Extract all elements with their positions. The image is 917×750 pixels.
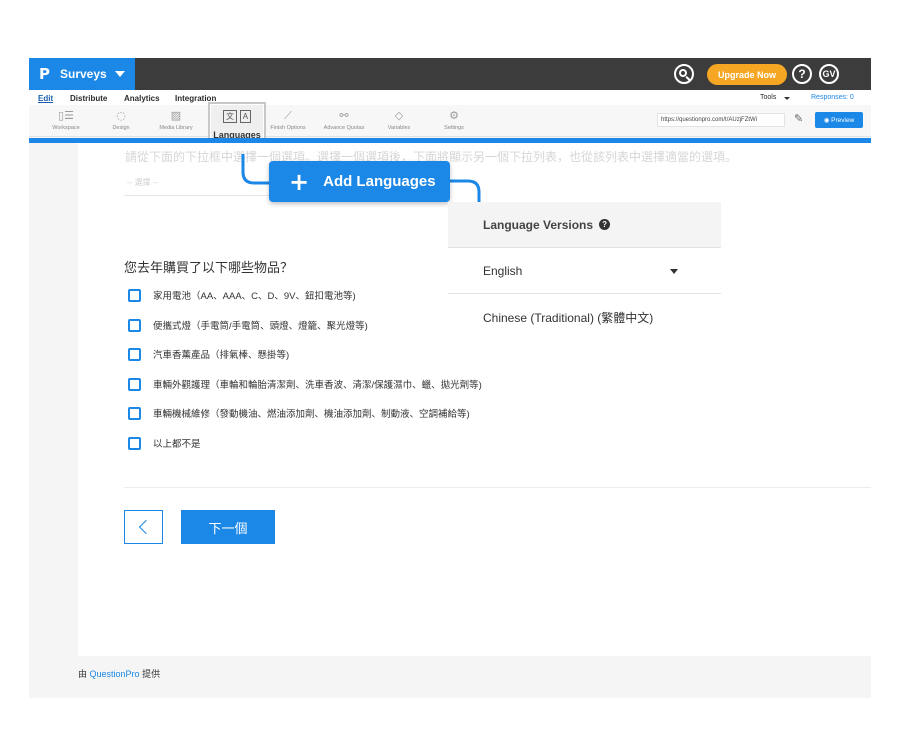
surveys-menu[interactable]: P Surveys	[29, 58, 135, 90]
divider	[124, 487, 871, 488]
chevron-left-icon	[138, 519, 154, 535]
option-label: 車輛外觀護理（車輪和輪胎清潔劑、洗車香波、清潔/保護濕巾、蠟、拋光劑等)	[153, 380, 482, 391]
menu-distribute[interactable]: Distribute	[70, 94, 107, 103]
checkbox-option[interactable]: 以上都不是	[128, 436, 201, 450]
magic-wand-icon: ⟋	[284, 109, 292, 122]
chevron-down-icon	[784, 97, 790, 100]
tool-label: Settings	[444, 125, 464, 131]
tool-label: Variables	[387, 125, 411, 131]
dropdown-select[interactable]: -- 選擇 --	[127, 177, 158, 188]
footer-suffix: 提供	[142, 669, 161, 679]
questionpro-logo-icon: P	[39, 65, 50, 83]
tool-label: Design	[112, 125, 130, 131]
image-icon: ▨	[170, 109, 182, 122]
app-window: P Surveys Upgrade Now ? GV Edit Distribu…	[29, 58, 871, 698]
gear-icon: ⚙	[449, 109, 459, 122]
avatar[interactable]: GV	[819, 64, 839, 84]
language-versions-panel: Language Versions ? English Chinese (Tra…	[448, 202, 721, 340]
tool-media-library[interactable]: ▨ Media Library	[146, 105, 206, 137]
checkbox-option[interactable]: 便攜式燈（手電筒/手電筒、頭燈、燈籠、聚光燈等)	[128, 318, 368, 332]
tool-advance-quotas[interactable]: ⚯ Advance Quotas	[314, 105, 374, 137]
tool-label: Finish Options	[270, 125, 306, 131]
checkbox-option[interactable]: 車輛機械維修（發動機油、燃油添加劑、機油添加劑、制動液、空調補給等)	[128, 406, 470, 420]
tool-settings[interactable]: ⚙ Settings	[424, 105, 484, 137]
option-label: 便攜式燈（手電筒/手電筒、頭燈、燈籠、聚光燈等)	[153, 321, 368, 332]
checkbox-option[interactable]: 汽車香薰產品（排氣棒、懸掛等)	[128, 347, 289, 361]
chevron-down-icon	[670, 269, 678, 274]
link-icon: ⚯	[339, 109, 349, 122]
language-select[interactable]: English	[448, 249, 721, 294]
workspace-icon: ▯☰	[58, 109, 74, 122]
tool-design[interactable]: ◌ Design	[91, 105, 151, 137]
translate-icon: 文 A	[210, 110, 264, 123]
preview-button[interactable]: ◉ Preview	[815, 112, 863, 128]
plus-icon: +	[289, 167, 310, 196]
tag-icon: ◇	[394, 109, 404, 122]
palette-icon: ◌	[116, 109, 126, 122]
checkbox[interactable]	[128, 406, 141, 420]
top-bar: P Surveys Upgrade Now ? GV	[29, 58, 871, 90]
next-button[interactable]: 下一個	[181, 510, 275, 544]
option-label: 車輛機械維修（發動機油、燃油添加劑、機油添加劑、制動液、空調補給等)	[153, 409, 470, 420]
option-label: 以上都不是	[153, 439, 201, 450]
checkbox[interactable]	[128, 347, 141, 361]
menu-analytics[interactable]: Analytics	[124, 94, 160, 103]
eye-icon: ◉	[823, 117, 832, 124]
checkbox-option[interactable]: 車輛外觀護理（車輪和輪胎清潔劑、洗車香波、清潔/保護濕巾、蠟、拋光劑等)	[128, 377, 482, 391]
language-option[interactable]: Chinese (Traditional) (繁體中文)	[483, 309, 653, 326]
tool-label: Advance Quotas	[323, 125, 365, 131]
survey-url-field[interactable]: https://questionpro.com/t/AUzjFZtWi	[657, 113, 785, 127]
footer: 由 QuestionPro 提供	[78, 667, 160, 680]
app-title: Surveys	[60, 67, 107, 81]
tool-label: Workspace	[52, 125, 80, 131]
question-title: 您去年購買了以下哪些物品？	[124, 260, 294, 275]
upgrade-button[interactable]: Upgrade Now	[707, 64, 787, 85]
checkbox[interactable]	[128, 436, 141, 450]
tool-variables[interactable]: ◇ Variables	[369, 105, 429, 137]
checkbox[interactable]	[128, 288, 141, 302]
chevron-down-icon	[114, 71, 125, 77]
tool-finish-options[interactable]: ⟋ Finish Options	[258, 105, 318, 137]
option-label: 家用電池（AA、AAA、C、D、9V、鈕扣電池等)	[153, 291, 356, 302]
back-button[interactable]	[124, 510, 163, 544]
help-circle-icon[interactable]: ?	[599, 219, 611, 230]
responses-count[interactable]: Responses: 0	[811, 94, 854, 101]
option-label: 汽車香薰產品（排氣棒、懸掛等)	[153, 350, 290, 361]
checkbox-option[interactable]: 家用電池（AA、AAA、C、D、9V、鈕扣電池等)	[128, 288, 356, 302]
menu-edit[interactable]: Edit	[38, 94, 53, 103]
help-button[interactable]: ?	[792, 64, 812, 84]
add-languages-label: Add Languages	[323, 173, 436, 190]
tools-menu[interactable]: Tools	[760, 94, 776, 101]
search-button[interactable]	[674, 64, 694, 84]
tool-workspace[interactable]: ▯☰ Workspace	[36, 105, 96, 137]
language-panel-header: Language Versions ?	[448, 202, 721, 248]
language-select-value: English	[483, 264, 523, 278]
add-languages-button[interactable]: + Add Languages	[269, 161, 450, 202]
language-panel-title: Language Versions	[483, 217, 594, 232]
edit-toolbar: ▯☰ Workspace ◌ Design ▨ Media Library ⟋ …	[29, 105, 871, 137]
dropdown-underline	[124, 195, 271, 196]
footer-brand-link[interactable]: QuestionPro	[90, 669, 140, 679]
checkbox[interactable]	[128, 318, 141, 332]
footer-prefix: 由	[78, 669, 88, 679]
tool-label: Media Library	[159, 125, 193, 131]
main-menu: Edit Distribute Analytics Integration To…	[29, 90, 871, 105]
search-icon	[679, 69, 687, 77]
preview-label: Preview	[831, 116, 855, 124]
checkbox[interactable]	[128, 377, 141, 391]
pencil-icon[interactable]: ✎	[794, 112, 803, 125]
